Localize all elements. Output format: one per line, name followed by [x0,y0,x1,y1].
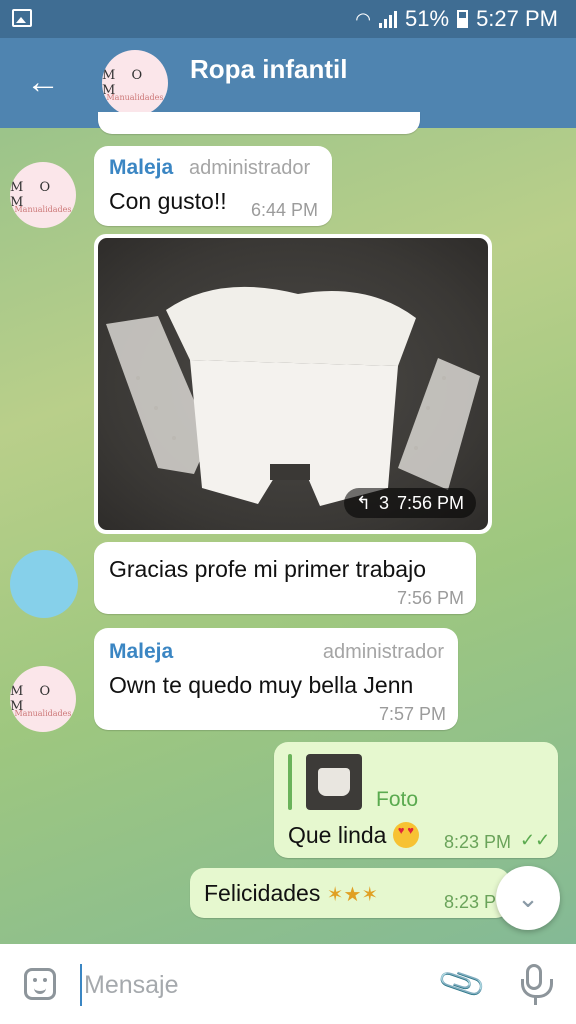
logo-script: Manualidades [14,205,72,214]
reply-count: 3 [378,492,389,513]
heart-eyes-emoji-icon [392,822,419,848]
photo-message[interactable]: ↰ 3 7:56 PM [94,234,492,534]
message-text: Que linda [288,822,419,849]
outgoing-message-bubble[interactable]: Felicidades ✶★✶ 8:23 PM [190,868,511,918]
message-time: 7:56 PM [396,588,464,608]
party-emoji-icon: ✶★✶ [326,884,379,906]
message-input[interactable] [80,964,426,1006]
logo-script: Manualidades [106,93,164,102]
chevron-down-icon: ⌄ [517,882,539,913]
sender-name[interactable]: Maleja [109,640,173,664]
photo-meta: ↰ 3 7:56 PM [343,488,476,518]
back-arrow-icon[interactable]: ← [26,62,60,102]
reply-thumbnail[interactable] [306,754,362,810]
message-bubble[interactable]: Gracias profe mi primer trabajo 7:56 PM [94,542,476,614]
status-indicators: ◠ 51% 5:27 PM [355,6,558,32]
message-time: 8:23 PM [444,832,512,852]
photo-time: 7:56 PM [396,492,464,513]
chat-title[interactable]: Ropa infantil [190,54,347,85]
status-bar: ◠ 51% 5:27 PM [0,0,576,38]
battery-icon [457,10,469,28]
message-time: 7:57 PM [378,704,446,724]
signal-icon [379,10,398,28]
message-input-bar: 📎 [0,944,576,1024]
wifi-icon: ◠ [355,8,372,29]
reply-bar [288,754,292,810]
sender-role: administrador [189,157,311,179]
message-time: 6:44 PM [251,200,319,220]
scroll-down-button[interactable]: ⌄ [496,866,560,930]
message-bubble[interactable]: Maleja administrador Own te quedo muy be… [94,628,458,730]
reply-label: Foto [376,788,419,811]
gallery-notification-icon [12,9,32,27]
message-text: Own te quedo muy bella Jenn [109,672,414,698]
read-checks-icon: ✓✓ [520,830,551,850]
sender-avatar-jenn[interactable] [10,550,78,618]
message-bubble[interactable]: Maleja administrador Con gusto!! 6:44 PM [94,146,332,226]
message-text: Con gusto!! [109,188,227,214]
photo-image[interactable]: ↰ 3 7:56 PM [98,238,488,530]
sender-role: administrador [322,641,444,663]
battery-percent: 51% [405,6,450,31]
sender-name[interactable]: Maleja [109,156,173,180]
message-text: Gracias profe mi primer trabajo [109,556,426,582]
message-text: Felicidades ✶★✶ [204,880,379,906]
attach-paperclip-icon[interactable]: 📎 [435,957,489,1010]
microphone-icon[interactable] [521,964,553,1005]
reply-arrow-icon: ↰ [355,492,371,513]
outgoing-message-bubble[interactable]: Foto Que linda 8:23 PM ✓✓ [274,742,558,858]
logo-script: Manualidades [14,709,72,718]
group-avatar[interactable]: M O M Manualidades [102,50,168,116]
sender-avatar-maleja[interactable]: M O M Manualidades [10,162,76,228]
baby-dress-illustration [106,286,480,506]
previous-message-bubble[interactable] [98,112,420,134]
emoji-sticker-icon[interactable] [24,968,56,1000]
clock: 5:27 PM [476,6,558,31]
sender-avatar-maleja[interactable]: M O M Manualidades [10,666,76,732]
